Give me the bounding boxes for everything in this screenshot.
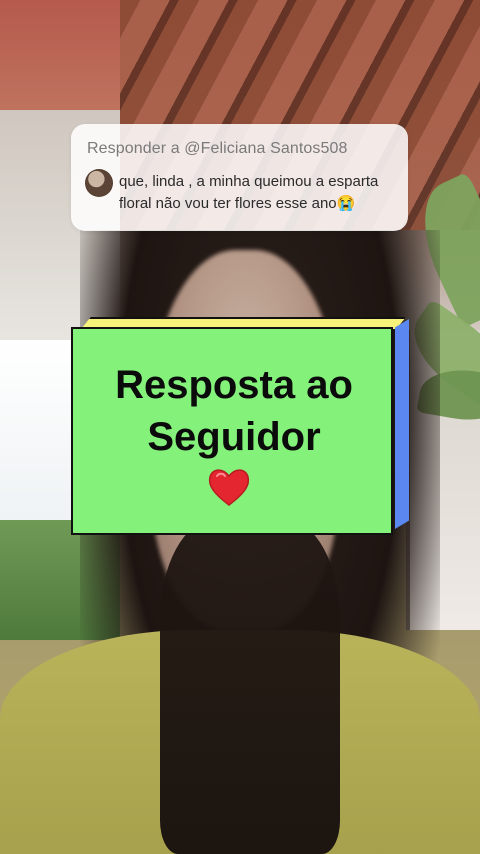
avatar[interactable] — [85, 169, 113, 197]
heart-shape — [208, 469, 250, 506]
reply-header: Responder a @Feliciana Santos508 — [87, 140, 348, 157]
reply-card[interactable]: Responder a @Feliciana Santos508 que, li… — [71, 124, 408, 231]
sticker-title: Resposta ao Seguidor — [115, 363, 353, 459]
reply-message: que, linda , a minha queimou a esparta f… — [119, 173, 379, 212]
sticker-front-face: Resposta ao Seguidor — [71, 327, 393, 535]
heart-icon — [208, 469, 250, 506]
sticker-side-face — [395, 319, 409, 529]
person-hair-front — [160, 520, 340, 854]
follower-reply-sticker: Resposta ao Seguidor — [71, 317, 409, 539]
